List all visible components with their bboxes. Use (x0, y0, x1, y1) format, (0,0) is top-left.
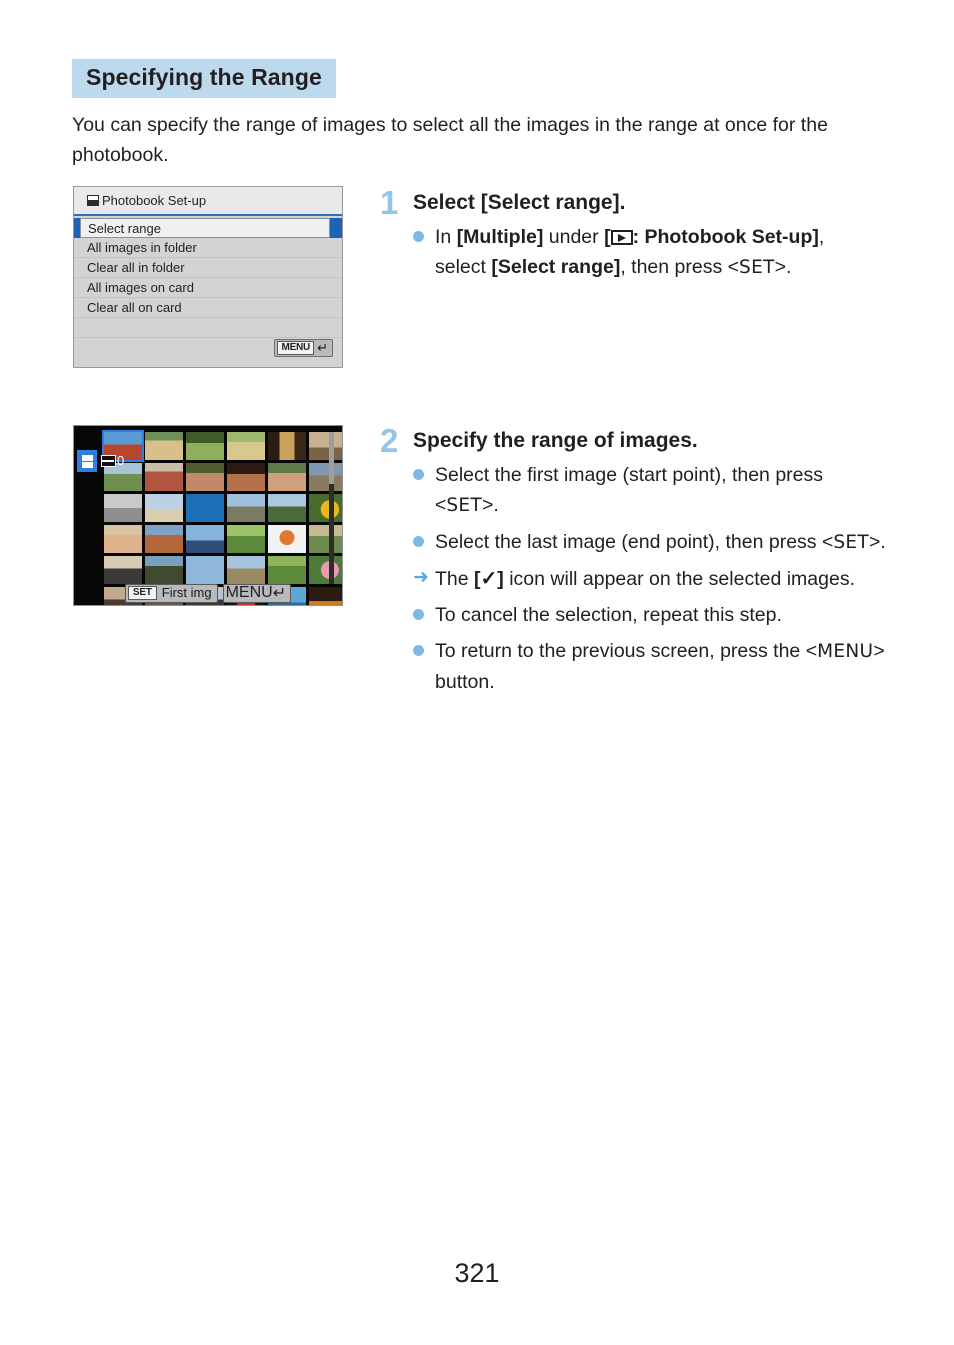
menu-titlebar: Photobook Set-up (74, 187, 342, 216)
page-title: Specifying the Range (72, 59, 336, 98)
set-key-label: SET (739, 257, 775, 278)
menu-footer: MENU ↵ (74, 336, 342, 367)
menu-item-clear-all-on-card[interactable]: Clear all on card (74, 298, 342, 318)
bullet-text: To return to the previous screen, press … (435, 640, 885, 693)
playback-icon (610, 230, 633, 245)
thumbnail-item[interactable] (309, 556, 342, 584)
thumbnail-bottom-bar: SET First img MENU ↵ (74, 583, 342, 603)
photobook-badge-icon (77, 450, 97, 472)
thumbnail-item[interactable] (268, 525, 306, 553)
set-first-img-button[interactable]: SET First img (124, 583, 218, 603)
bullet-text: Select the last image (end point), then … (435, 531, 886, 553)
bullet-dot-icon (413, 469, 424, 480)
thumbnail-item[interactable] (227, 463, 265, 491)
menu-title-text: Photobook Set-up (102, 193, 207, 208)
thumbnail-item[interactable] (309, 432, 342, 460)
menu-button-label: MENU (277, 341, 315, 355)
arrow-right-icon: ➜ (413, 567, 429, 588)
step-1: 1 Select [Select range]. In [Multiple] u… (380, 186, 880, 289)
thumbnail-item[interactable] (186, 556, 224, 584)
step-2-title: Specify the range of images. (413, 429, 698, 452)
thumbnail-item[interactable] (227, 494, 265, 522)
thumbnail-item[interactable] (268, 494, 306, 522)
photobook-icon (87, 195, 99, 206)
thumbnail-grid (104, 432, 342, 605)
step-1-number: 1 (380, 184, 399, 221)
step-1-body: In [Multiple] under [: Photobook Set-up]… (413, 222, 880, 283)
return-arrow-icon: ↵ (272, 585, 287, 602)
thumbnail-item[interactable] (145, 463, 183, 491)
menu-item-all-images-on-card[interactable]: All images on card (74, 278, 342, 298)
thumbnail-item[interactable] (268, 463, 306, 491)
manual-page: Specifying the Range You can specify the… (0, 0, 954, 1345)
thumbnail-item[interactable] (186, 525, 224, 553)
set-button-label: SET (127, 586, 157, 600)
thumbnail-item[interactable] (145, 494, 183, 522)
bullet-item: ➜ The [✓] icon will appear on the select… (413, 564, 890, 594)
bullet-item: Select the last image (end point), then … (413, 527, 890, 558)
thumbnail-scrollbar[interactable] (329, 432, 334, 584)
thumbnail-item[interactable] (104, 525, 142, 553)
bullet-item: To cancel the selection, repeat this ste… (413, 600, 890, 630)
book-glyph (81, 454, 93, 468)
thumbnail-item[interactable] (186, 463, 224, 491)
menu-item-list: Select range All images in folder Clear … (74, 218, 342, 338)
step-2: 2 Specify the range of images. Select th… (380, 424, 890, 703)
thumbnail-item[interactable] (309, 525, 342, 553)
thumbnail-item[interactable] (309, 494, 342, 522)
bullet-item: In [Multiple] under [: Photobook Set-up]… (413, 222, 880, 283)
thumbnail-menu-back-button[interactable]: MENU ↵ (222, 583, 292, 603)
photobook-count-icon (101, 454, 116, 467)
scrollbar-thumb[interactable] (329, 432, 334, 484)
menu-item-select-range[interactable]: Select range (74, 218, 342, 238)
bullet-text: The [✓] icon will appear on the selected… (435, 568, 855, 590)
menu-item-all-images-in-folder[interactable]: All images in folder (74, 238, 342, 258)
intro-paragraph: You can specify the range of images to s… (72, 114, 828, 166)
menu-item-label: Select range (80, 218, 330, 238)
set-action-label: First img (161, 585, 212, 600)
step-2-body: Select the first image (start point), th… (413, 460, 890, 697)
bullet-text: To cancel the selection, repeat this ste… (435, 604, 782, 626)
bullet-dot-icon (413, 609, 424, 620)
thumbnail-item[interactable] (227, 432, 265, 460)
thumbnail-item[interactable] (309, 463, 342, 491)
menu-back-button[interactable]: MENU ↵ (274, 339, 333, 357)
step-1-title: Select [Select range]. (413, 191, 626, 214)
thumbnail-item[interactable] (104, 494, 142, 522)
check-icon: ✓ (480, 568, 498, 590)
bullet-dot-icon (413, 231, 424, 242)
thumbnail-item[interactable] (186, 494, 224, 522)
bullet-dot-icon (413, 536, 424, 547)
thumbnail-item[interactable] (227, 525, 265, 553)
menu-item-empty (74, 318, 342, 338)
thumbnail-item[interactable] (268, 432, 306, 460)
bullet-item: Select the first image (start point), th… (413, 460, 890, 521)
thumbnail-item[interactable] (227, 556, 265, 584)
menu-button-label: MENU (225, 584, 273, 601)
bullet-text: Select the first image (start point), th… (435, 464, 824, 516)
bullet-dot-icon (413, 645, 424, 656)
thumbnail-item[interactable] (268, 556, 306, 584)
thumbnail-item[interactable] (145, 432, 183, 460)
step-2-number: 2 (380, 422, 399, 459)
thumbnail-item[interactable] (186, 432, 224, 460)
camera-menu-screenshot: Photobook Set-up Select range All images… (73, 186, 343, 368)
menu-item-clear-all-in-folder[interactable]: Clear all in folder (74, 258, 342, 278)
thumbnail-item[interactable] (104, 556, 142, 584)
selection-count-chip: 0 (101, 452, 124, 469)
bullet-item: To return to the previous screen, press … (413, 636, 890, 697)
return-arrow-icon: ↵ (317, 340, 328, 355)
selection-count-value: 0 (117, 453, 125, 468)
thumbnail-item[interactable] (145, 525, 183, 553)
bullet-text: In [Multiple] under [: Photobook Set-up]… (435, 226, 825, 278)
menu-key-label: MENU (817, 641, 874, 662)
camera-thumbnail-screenshot: 0 SET First img MENU ↵ (73, 425, 343, 606)
thumbnail-item[interactable] (145, 556, 183, 584)
page-number: 321 (454, 1258, 500, 1288)
